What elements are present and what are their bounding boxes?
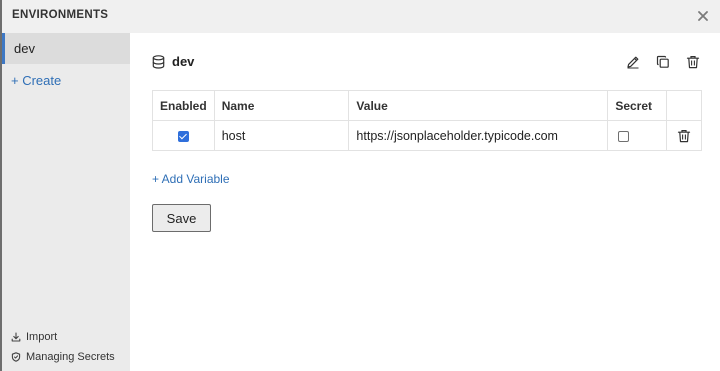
dialog-header: ENVIRONMENTS <box>2 0 720 33</box>
enabled-checkbox[interactable] <box>177 130 189 142</box>
column-header-secret: Secret <box>607 90 668 121</box>
secret-checkbox[interactable] <box>618 130 630 142</box>
column-header-enabled: Enabled <box>152 90 215 121</box>
dialog-title: ENVIRONMENTS <box>12 9 109 21</box>
enabled-cell <box>152 120 215 151</box>
column-header-value: Value <box>348 90 609 121</box>
table-row: host https://jsonplaceholder.typicode.co… <box>152 120 702 151</box>
managing-secrets-link[interactable]: Managing Secrets <box>11 351 115 363</box>
variables-table: Enabled Name Value Secret host https://j… <box>152 90 702 151</box>
column-header-actions <box>666 90 702 121</box>
sidebar-item-label: dev <box>14 41 35 56</box>
table-header-row: Enabled Name Value Secret <box>152 90 702 121</box>
variable-name-input[interactable]: host <box>213 120 350 151</box>
shield-icon <box>11 352 21 362</box>
import-label: Import <box>26 331 58 343</box>
row-actions-cell <box>666 120 702 151</box>
variable-value-input[interactable]: https://jsonplaceholder.typicode.com <box>348 120 609 151</box>
add-variable-link[interactable]: + Add Variable <box>152 172 230 186</box>
sidebar-item-dev[interactable]: dev <box>2 33 130 64</box>
import-link[interactable]: Import <box>11 331 57 343</box>
environments-dialog: ENVIRONMENTS dev + Create Import Managin… <box>0 0 720 371</box>
secret-cell <box>607 120 668 151</box>
close-icon[interactable] <box>694 7 712 25</box>
save-button[interactable]: Save <box>152 204 211 232</box>
environment-name: dev <box>172 54 195 69</box>
column-header-name: Name <box>213 90 350 121</box>
download-icon <box>11 332 21 342</box>
environment-detail-panel: dev Enabled Name Value Secret host https… <box>130 33 720 371</box>
edit-icon[interactable] <box>624 53 642 71</box>
database-icon <box>152 54 165 69</box>
copy-icon[interactable] <box>654 53 672 71</box>
create-environment-link[interactable]: + Create <box>11 73 61 88</box>
environment-heading: dev <box>152 54 194 69</box>
environments-sidebar: dev + Create Import Managing Secrets <box>2 33 130 371</box>
trash-icon[interactable] <box>677 129 691 143</box>
delete-environment-icon[interactable] <box>684 53 702 71</box>
managing-secrets-label: Managing Secrets <box>26 351 115 363</box>
